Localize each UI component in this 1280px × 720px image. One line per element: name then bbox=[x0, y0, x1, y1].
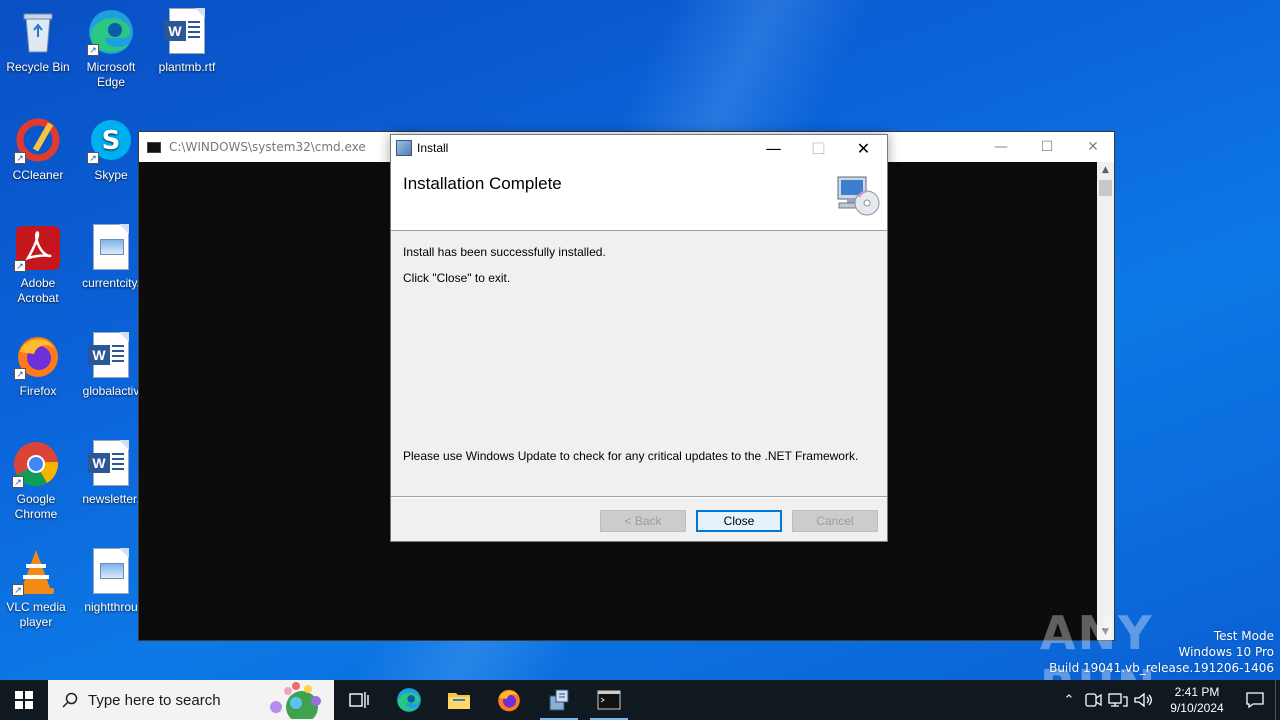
search-box[interactable]: Type here to search bbox=[48, 680, 334, 720]
ccleaner-icon: ↗ bbox=[14, 116, 62, 164]
word-document-icon: W bbox=[87, 440, 135, 488]
windows-logo-icon bbox=[15, 691, 33, 709]
meet-now-icon[interactable] bbox=[1083, 691, 1103, 709]
chrome-icon: ↗ bbox=[12, 440, 60, 488]
computer-cd-icon bbox=[835, 173, 881, 217]
shortcut-arrow-icon: ↗ bbox=[87, 152, 99, 164]
desktop-icon-label: CCleaner bbox=[12, 168, 64, 182]
scroll-thumb[interactable] bbox=[1099, 180, 1112, 196]
image-file-icon bbox=[87, 548, 135, 596]
desktop-icon-microsoft-edge[interactable]: ↗ Microsoft Edge bbox=[73, 8, 149, 90]
image-file-icon bbox=[87, 224, 135, 272]
minimize-button[interactable]: — bbox=[978, 132, 1024, 162]
desktop-icon-recycle-bin[interactable]: Recycle Bin bbox=[0, 8, 76, 75]
shortcut-arrow-icon: ↗ bbox=[12, 584, 24, 596]
close-button[interactable]: ✕ bbox=[1070, 132, 1116, 162]
shortcut-arrow-icon: ↗ bbox=[14, 368, 26, 380]
taskbar-cmd[interactable] bbox=[584, 680, 634, 720]
show-hidden-icons-chevron-up-icon[interactable]: ⌃ bbox=[1057, 692, 1081, 708]
clock[interactable]: 2:41 PM 9/10/2024 bbox=[1159, 684, 1235, 716]
desktop-icon-label: Recycle Bin bbox=[6, 60, 70, 74]
desktop-icon-label: plantmb.rtf bbox=[158, 60, 216, 74]
watermark-line: Windows 10 Pro bbox=[1178, 645, 1274, 659]
dialog-titlebar[interactable]: Install — ☐ ✕ bbox=[391, 135, 887, 161]
svg-text:S: S bbox=[102, 126, 121, 156]
volume-icon[interactable] bbox=[1133, 691, 1155, 709]
watermark-line: Test Mode bbox=[1213, 629, 1274, 643]
back-button: < Back bbox=[600, 510, 686, 532]
desktop-icon-firefox[interactable]: ↗ Firefox bbox=[0, 332, 76, 399]
desktop-icon-ccleaner[interactable]: ↗ CCleaner bbox=[0, 116, 76, 183]
edge-icon bbox=[397, 688, 421, 712]
system-tray: ⌃ 2:41 PM 9/10/2024 bbox=[1057, 680, 1280, 720]
skype-icon: S ↗ bbox=[87, 116, 135, 164]
shortcut-arrow-icon: ↗ bbox=[14, 260, 26, 272]
notification-icon bbox=[1246, 692, 1264, 708]
shortcut-arrow-icon: ↗ bbox=[14, 152, 26, 164]
shortcut-arrow-icon: ↗ bbox=[12, 476, 24, 488]
installer-icon bbox=[549, 689, 569, 711]
shortcut-arrow-icon: ↗ bbox=[87, 44, 99, 56]
close-dialog-button[interactable]: Close bbox=[696, 510, 782, 532]
install-dialog[interactable]: Install — ☐ ✕ Installation Complete Inst… bbox=[390, 134, 888, 542]
dialog-title: Install bbox=[417, 141, 449, 155]
desktop-icon-label: Microsoft Edge bbox=[86, 60, 136, 89]
dialog-heading: Installation Complete bbox=[403, 174, 562, 193]
firefox-icon: ↗ bbox=[14, 332, 62, 380]
divider bbox=[391, 496, 887, 498]
show-desktop-button[interactable] bbox=[1275, 680, 1280, 720]
vlc-icon: ↗ bbox=[12, 548, 60, 596]
desktop-icon-label: Google Chrome bbox=[14, 492, 58, 521]
clock-time: 2:41 PM bbox=[1174, 685, 1220, 699]
taskbar-firefox[interactable] bbox=[484, 680, 534, 720]
cmd-scrollbar[interactable]: ▲ ▼ bbox=[1097, 162, 1114, 640]
desktop-icon-vlc[interactable]: ↗ VLC media player bbox=[0, 548, 74, 630]
update-notice: Please use Windows Update to check for a… bbox=[403, 449, 859, 463]
firefox-icon bbox=[498, 689, 520, 712]
desktop-icon-google-chrome[interactable]: ↗ Google Chrome bbox=[0, 440, 74, 522]
dialog-header: Installation Complete bbox=[391, 161, 887, 231]
maximize-button[interactable]: ☐ bbox=[1024, 132, 1070, 162]
cmd-title: C:\WINDOWS\system32\cmd.exe bbox=[169, 140, 366, 154]
desktop-icon-label: Firefox bbox=[19, 384, 57, 398]
desktop-icon-adobe-acrobat[interactable]: ↗ Adobe Acrobat bbox=[0, 224, 76, 306]
adobe-acrobat-icon: ↗ bbox=[14, 224, 62, 272]
network-icon[interactable] bbox=[1107, 691, 1129, 709]
task-view-button[interactable] bbox=[334, 680, 384, 720]
desktop-icon-plantmb[interactable]: W plantmb.rtf bbox=[149, 8, 225, 75]
search-placeholder: Type here to search bbox=[88, 691, 221, 709]
desktop-icon-label: Adobe Acrobat bbox=[17, 276, 59, 305]
clock-date: 9/10/2024 bbox=[1170, 701, 1224, 715]
action-center-button[interactable] bbox=[1235, 692, 1275, 708]
task-view-icon bbox=[349, 692, 369, 708]
dialog-body: Install has been successfully installed.… bbox=[391, 232, 887, 496]
cancel-button: Cancel bbox=[792, 510, 878, 532]
cmd-icon bbox=[597, 690, 621, 710]
success-message: Install has been successfully installed. bbox=[403, 245, 606, 259]
word-document-icon: W bbox=[87, 332, 135, 380]
taskbar-installer[interactable] bbox=[534, 680, 584, 720]
exit-instruction: Click "Close" to exit. bbox=[403, 271, 511, 285]
close-button[interactable]: ✕ bbox=[841, 135, 886, 161]
scroll-up-icon[interactable]: ▲ bbox=[1097, 162, 1114, 178]
installer-icon bbox=[396, 140, 412, 156]
maximize-button: ☐ bbox=[811, 138, 826, 158]
edge-icon: ↗ bbox=[87, 8, 135, 56]
folder-icon bbox=[448, 693, 470, 709]
taskbar-file-explorer[interactable] bbox=[434, 680, 484, 720]
search-icon bbox=[62, 692, 78, 708]
watermark-line: Build 19041.vb_release.191206-1406 bbox=[1049, 661, 1274, 675]
start-button[interactable] bbox=[0, 680, 48, 720]
desktop-icon-label: VLC media player bbox=[6, 600, 66, 629]
taskbar: Type here to search ⌃ 2:41 PM 9/10/2024 bbox=[0, 680, 1280, 720]
minimize-button[interactable]: — bbox=[751, 135, 796, 161]
cmd-icon bbox=[147, 141, 161, 153]
taskbar-edge[interactable] bbox=[384, 680, 434, 720]
recycle-bin-icon bbox=[14, 8, 62, 56]
search-highlight-icon bbox=[270, 682, 321, 719]
word-document-icon: W bbox=[163, 8, 211, 56]
test-mode-watermark: Test Mode Windows 10 Pro Build 19041.vb_… bbox=[1049, 628, 1274, 676]
